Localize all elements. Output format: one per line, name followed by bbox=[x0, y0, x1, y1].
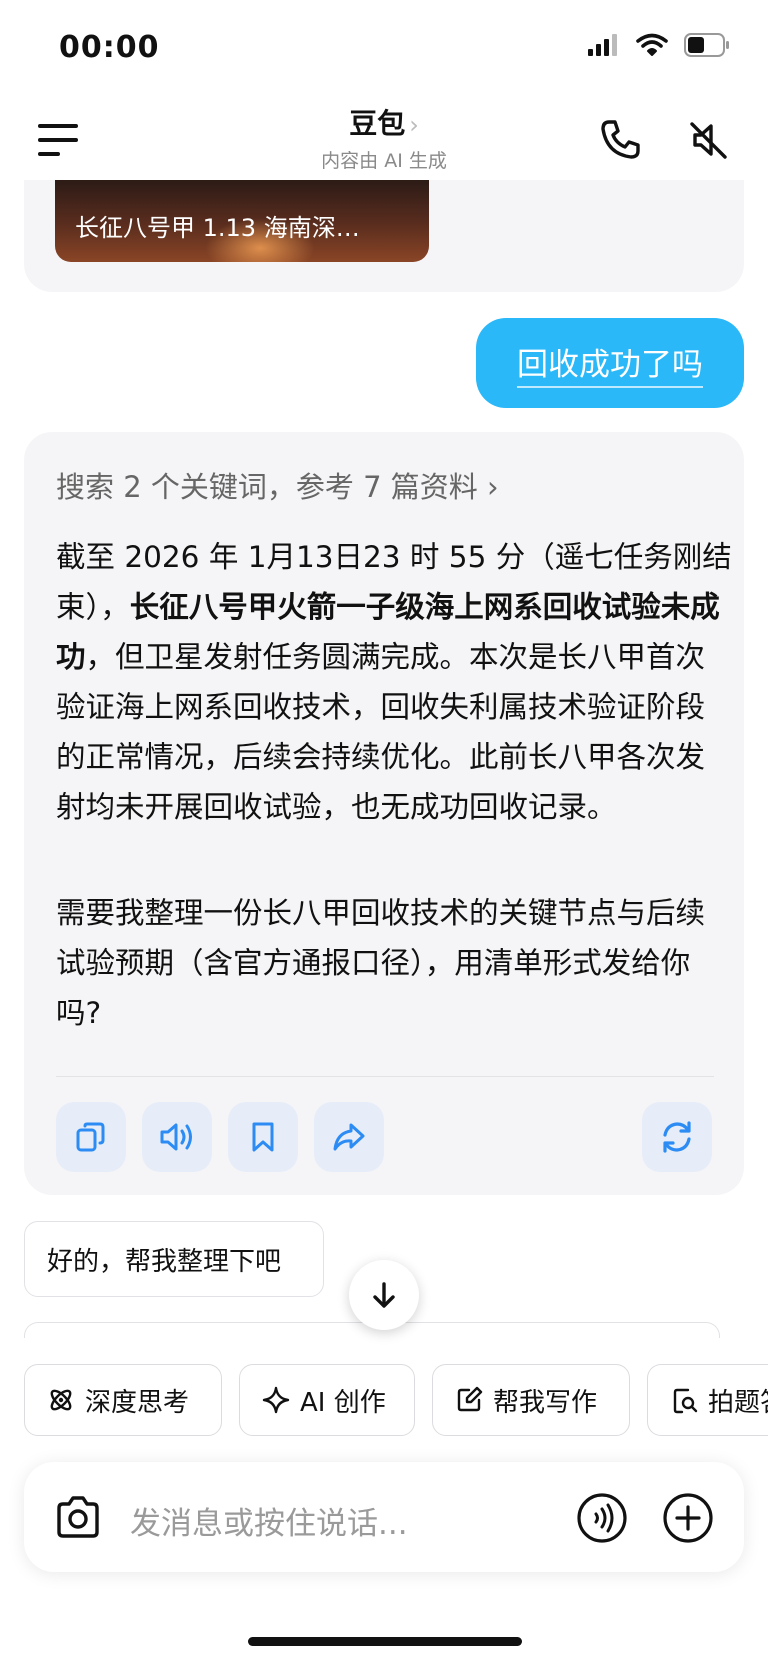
video-caption: 长征八号甲 1.13 海南深… bbox=[75, 214, 360, 242]
ai-generated-note: 内容由 AI 生成 bbox=[321, 150, 447, 172]
phone-icon[interactable] bbox=[596, 116, 644, 164]
scan-doc-icon bbox=[673, 1388, 698, 1414]
copy-icon bbox=[76, 1122, 105, 1152]
sparkle-icon bbox=[262, 1386, 290, 1414]
answer-p1-tail: ，但卫星发射任务圆满完成。本次是长八甲首次验证海上网系回收技术，回收失利属技术验… bbox=[56, 640, 706, 824]
chat-header: 豆包 › 内容由 AI 生成 bbox=[0, 96, 768, 180]
user-message-text: 回收成功了吗 bbox=[517, 339, 703, 388]
tool-photo-question[interactable]: 拍题答疑 bbox=[647, 1364, 768, 1436]
share-icon bbox=[333, 1123, 365, 1151]
suggestion-chip[interactable]: 好的，帮我整理下吧 bbox=[24, 1221, 324, 1297]
bookmark-button[interactable] bbox=[228, 1102, 298, 1172]
plus-icon[interactable] bbox=[662, 1492, 714, 1544]
share-button[interactable] bbox=[314, 1102, 384, 1172]
battery-icon bbox=[684, 33, 729, 57]
tool-writing[interactable]: 帮我写作 bbox=[432, 1364, 630, 1436]
tool-label: AI 创作 bbox=[300, 1387, 386, 1418]
home-indicator bbox=[248, 1637, 522, 1646]
wifi-icon bbox=[636, 33, 668, 56]
voice-icon[interactable] bbox=[576, 1492, 628, 1544]
regenerate-icon bbox=[663, 1121, 691, 1153]
speaker-icon bbox=[160, 1123, 192, 1151]
edit-icon bbox=[457, 1386, 483, 1412]
signal-icon bbox=[588, 34, 617, 56]
user-message-bubble[interactable]: 回收成功了吗 bbox=[476, 318, 744, 408]
camera-icon[interactable] bbox=[54, 1494, 102, 1540]
read-aloud-button[interactable] bbox=[142, 1102, 212, 1172]
message-input[interactable]: 发消息或按住说话... bbox=[130, 1498, 408, 1543]
mute-icon[interactable] bbox=[684, 116, 732, 164]
video-card[interactable]: 长征八号甲 1.13 海南深… bbox=[55, 178, 429, 262]
arrow-down-icon bbox=[373, 1282, 395, 1308]
scroll-down-button[interactable] bbox=[349, 1260, 419, 1330]
atom-icon bbox=[50, 1389, 72, 1411]
chat-title[interactable]: 豆包 bbox=[349, 107, 405, 140]
search-summary-link[interactable]: 搜索 2 个关键词，参考 7 篇资料 › bbox=[56, 464, 499, 506]
chat-title-group[interactable]: 豆包 › 内容由 AI 生成 bbox=[0, 102, 768, 173]
tool-ai-create[interactable]: AI 创作 bbox=[239, 1364, 415, 1436]
tool-deep-thinking[interactable]: 深度思考 bbox=[24, 1364, 222, 1436]
answer-card: 搜索 2 个关键词，参考 7 篇资料 › 截至 2026 年 1月13日23 时… bbox=[24, 432, 744, 1195]
regenerate-button[interactable] bbox=[642, 1102, 712, 1172]
status-time: 00:00 bbox=[59, 30, 160, 65]
bookmark-icon bbox=[252, 1122, 274, 1152]
tool-label: 拍题答疑 bbox=[708, 1387, 768, 1418]
answer-paragraph-1: 截至 2026 年 1月13日23 时 55 分（遥七任务刚结束），长征八号甲火… bbox=[56, 532, 732, 832]
divider bbox=[56, 1076, 714, 1077]
message-input-bar: 发消息或按住说话... bbox=[24, 1462, 744, 1572]
suggestion-text: 好的，帮我整理下吧 bbox=[47, 1246, 282, 1277]
status-bar: 00:00 bbox=[0, 0, 768, 96]
tool-label: 帮我写作 bbox=[493, 1387, 598, 1418]
answer-paragraph-2: 需要我整理一份长八甲回收技术的关键节点与后续试验预期（含官方通报口径），用清单形… bbox=[56, 896, 706, 1030]
chevron-right-icon: › bbox=[409, 111, 419, 139]
tool-label: 深度思考 bbox=[85, 1387, 190, 1418]
copy-button[interactable] bbox=[56, 1102, 126, 1172]
